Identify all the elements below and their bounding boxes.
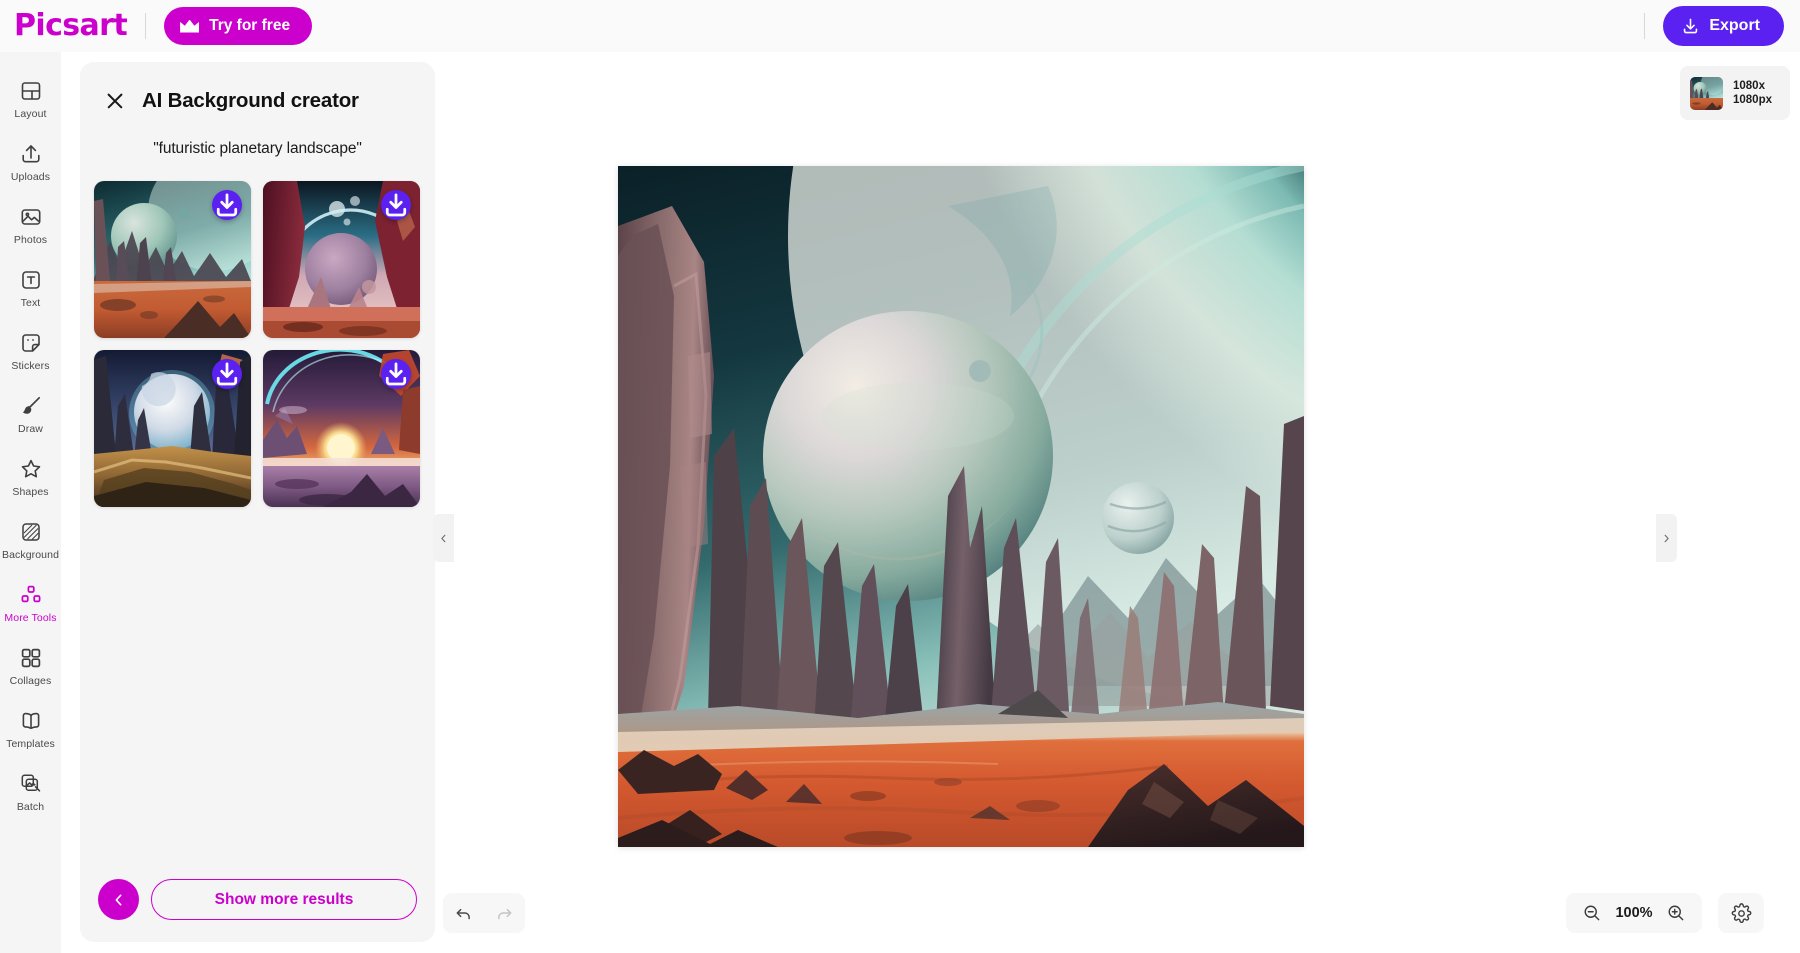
close-icon[interactable]: [104, 90, 126, 112]
templates-icon: [22, 712, 39, 730]
show-more-results-button[interactable]: Show more results: [151, 879, 417, 920]
sidebar-item-batch[interactable]: Batch: [0, 761, 61, 824]
export-label: Export: [1709, 17, 1760, 34]
page-title: AI Background creator: [142, 89, 359, 112]
download-icon: [216, 362, 238, 385]
sidebar-label-text: Text: [20, 297, 41, 309]
collapse-left-panel-button[interactable]: [433, 514, 454, 562]
layer-size-text: 1080x 1080px: [1733, 79, 1772, 107]
layer-size-line-2: 1080px: [1733, 94, 1773, 106]
sidebar-item-templates[interactable]: Templates: [0, 698, 61, 761]
left-sidebar: Layout Uploads Photos Text Stickers Draw…: [0, 52, 61, 953]
canvas-stage: [433, 52, 1677, 953]
sidebar-item-photos[interactable]: Photos: [0, 194, 61, 257]
download-icon: [385, 193, 407, 216]
sidebar-label-templates: Templates: [6, 738, 55, 750]
zoom-out-button[interactable]: [1577, 898, 1607, 928]
star-icon: [21, 459, 40, 478]
sidebar-label-more-tools: More Tools: [4, 612, 57, 624]
panel-header: AI Background creator: [80, 62, 435, 113]
brush-icon: [22, 396, 40, 414]
batch-icon: [21, 774, 40, 792]
sidebar-item-collages[interactable]: Collages: [0, 635, 61, 698]
download-button-1[interactable]: [212, 190, 242, 220]
photos-icon: [20, 209, 40, 225]
result-thumbnail-3[interactable]: [94, 350, 251, 507]
sidebar-label-photos: Photos: [13, 234, 48, 246]
sidebar-item-shapes[interactable]: Shapes: [0, 446, 61, 509]
top-bar-right-group: Export: [1626, 6, 1800, 46]
try-for-free-button[interactable]: Try for free: [164, 7, 313, 45]
prompt-text: "futuristic planetary landscape": [153, 140, 362, 157]
sidebar-label-stickers: Stickers: [11, 360, 50, 372]
result-thumbnail-4[interactable]: [263, 350, 420, 507]
download-button-4[interactable]: [381, 359, 411, 389]
crown-icon: [180, 19, 200, 33]
download-button-3[interactable]: [212, 359, 242, 389]
try-for-free-label: Try for free: [209, 17, 291, 34]
redo-icon: [498, 908, 512, 919]
sidebar-label-uploads: Uploads: [10, 171, 51, 183]
sidebar-label-batch: Batch: [16, 801, 45, 813]
result-thumbnail-2[interactable]: [263, 181, 420, 338]
sidebar-item-uploads[interactable]: Uploads: [0, 131, 61, 194]
chevron-right-icon: [1664, 534, 1669, 542]
background-icon: [21, 523, 40, 541]
gear-icon: [1731, 902, 1751, 923]
picsart-logo[interactable]: Picsart: [14, 11, 128, 41]
layer-thumbnail: [1690, 76, 1723, 110]
zoom-in-icon: [1668, 905, 1684, 921]
planetary-landscape-artwork: [618, 166, 1304, 847]
redo-button[interactable]: [490, 898, 520, 928]
layer-size-line-1: 1080x: [1733, 79, 1765, 92]
zoom-level[interactable]: 100%: [1613, 905, 1655, 921]
text-icon: [21, 271, 40, 289]
sidebar-item-more-tools[interactable]: More Tools: [0, 572, 61, 635]
layer-item[interactable]: 1080x 1080px: [1680, 66, 1790, 120]
toolbar-divider: [145, 13, 147, 39]
chevron-left-icon: [441, 534, 446, 542]
top-bar: Picsart Try for free Export: [0, 0, 1800, 52]
zoom-out-icon: [1584, 905, 1600, 921]
zoom-controls: 100%: [1566, 893, 1702, 933]
sidebar-item-background[interactable]: Background: [0, 509, 61, 572]
download-icon: [216, 193, 238, 216]
layout-icon: [21, 82, 40, 100]
download-button-2[interactable]: [381, 190, 411, 220]
sidebar-item-text[interactable]: Text: [0, 257, 61, 320]
sidebar-label-layout: Layout: [14, 108, 47, 120]
export-button[interactable]: Export: [1663, 6, 1784, 46]
download-icon: [385, 362, 407, 385]
download-icon: [1684, 18, 1698, 33]
sidebar-label-draw: Draw: [18, 423, 43, 435]
canvas-image[interactable]: [618, 166, 1304, 847]
layers-panel: 1080x 1080px: [1670, 52, 1800, 953]
settings-button[interactable]: [1718, 893, 1764, 933]
ai-background-creator-panel: AI Background creator "futuristic planet…: [80, 62, 435, 942]
undo-icon: [456, 908, 470, 919]
upload-icon: [21, 145, 40, 163]
sticker-icon: [21, 334, 40, 352]
sidebar-item-stickers[interactable]: Stickers: [0, 320, 61, 383]
expand-right-panel-button[interactable]: [1656, 514, 1677, 562]
export-divider: [1644, 13, 1646, 39]
zoom-in-button[interactable]: [1661, 898, 1691, 928]
sidebar-label-background: Background: [1, 549, 60, 561]
sidebar-item-layout[interactable]: Layout: [0, 68, 61, 131]
history-controls: [443, 893, 525, 933]
result-thumbnail-1[interactable]: [94, 181, 251, 338]
sidebar-label-shapes: Shapes: [12, 486, 49, 498]
layer-thumbnail-image: [1690, 76, 1723, 110]
results-grid: [94, 181, 435, 507]
chevron-left-icon: [115, 894, 121, 905]
sidebar-item-draw[interactable]: Draw: [0, 383, 61, 446]
collages-icon: [21, 648, 40, 668]
more-tools-icon: [21, 585, 40, 603]
undo-button[interactable]: [449, 898, 479, 928]
sidebar-label-collages: Collages: [9, 675, 52, 687]
back-button[interactable]: [98, 879, 139, 920]
panel-footer: Show more results: [80, 879, 435, 920]
